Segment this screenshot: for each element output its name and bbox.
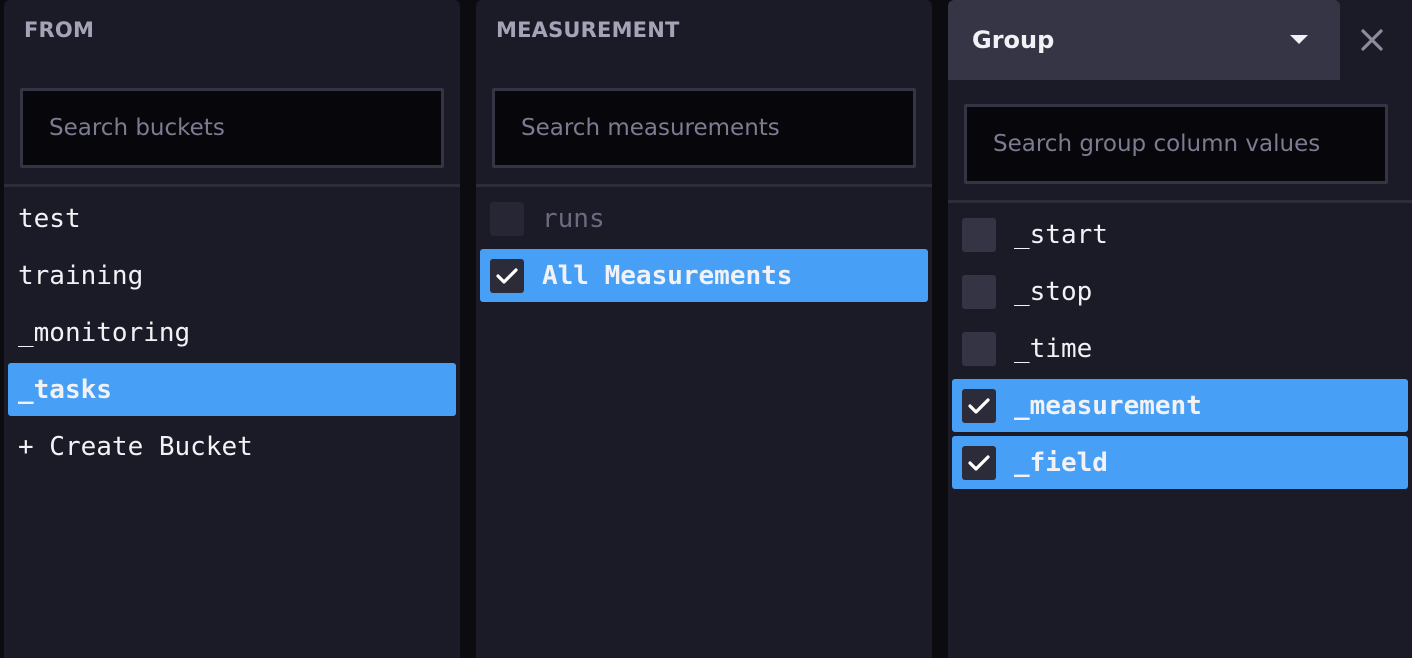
measurement-panel: MEASUREMENT runs All Measurements (476, 0, 932, 658)
group-function-dropdown[interactable]: Group (948, 0, 1340, 80)
checkbox[interactable] (962, 331, 996, 366)
checkbox-checked[interactable] (962, 388, 996, 423)
create-bucket-label: + Create Bucket (18, 431, 253, 462)
bucket-item-label: _tasks (18, 374, 112, 405)
search-buckets-input[interactable] (23, 91, 441, 165)
checkbox[interactable] (490, 201, 524, 236)
bucket-item-label: _monitoring (18, 317, 191, 348)
search-group-values-box (964, 104, 1388, 184)
group-divider (948, 200, 1412, 203)
check-icon (496, 267, 518, 284)
bucket-item-label: training (18, 260, 144, 291)
from-panel: FROM test training _monitoring _tasks + … (4, 0, 460, 658)
checkbox[interactable] (962, 217, 996, 252)
bucket-item-tasks[interactable]: _tasks (8, 363, 456, 416)
measurement-item-all[interactable]: All Measurements (480, 249, 928, 302)
bucket-item-training[interactable]: training (8, 249, 456, 302)
group-column-start[interactable]: _start (952, 208, 1408, 261)
from-panel-title: FROM (24, 18, 95, 42)
query-builder: FROM test training _monitoring _tasks + … (0, 0, 1412, 658)
caret-down-icon (1290, 35, 1308, 44)
group-column-time[interactable]: _time (952, 322, 1408, 375)
search-measurements-input[interactable] (495, 91, 913, 165)
measurement-item-label: All Measurements (542, 260, 793, 291)
create-bucket-button[interactable]: + Create Bucket (8, 420, 456, 473)
bucket-item-monitoring[interactable]: _monitoring (8, 306, 456, 359)
group-panel: Group _start _stop _time (948, 0, 1412, 658)
group-column-label: _time (1014, 333, 1093, 364)
bucket-item-label: test (18, 203, 81, 234)
checkbox[interactable] (962, 274, 996, 309)
group-dropdown-label: Group (972, 26, 1055, 54)
measurement-panel-title: MEASUREMENT (496, 18, 680, 42)
search-buckets-box (20, 88, 444, 168)
group-column-label: _start (1014, 219, 1108, 250)
group-column-label: _stop (1014, 276, 1093, 307)
measurement-item-runs[interactable]: runs (480, 192, 928, 245)
group-column-field[interactable]: _field (952, 436, 1408, 489)
measurement-item-label: runs (542, 203, 605, 234)
measurement-divider (476, 184, 932, 187)
check-icon (968, 397, 990, 414)
group-column-measurement[interactable]: _measurement (952, 379, 1408, 432)
checkbox-checked[interactable] (490, 258, 524, 293)
check-icon (968, 454, 990, 471)
bucket-list: test training _monitoring _tasks + Creat… (8, 192, 456, 477)
search-measurements-box (492, 88, 916, 168)
close-icon (1361, 29, 1383, 51)
checkbox-checked[interactable] (962, 445, 996, 480)
measurement-list: runs All Measurements (480, 192, 928, 306)
bucket-item-test[interactable]: test (8, 192, 456, 245)
close-button[interactable] (1354, 22, 1390, 58)
group-column-list: _start _stop _time _measurement _field (952, 208, 1408, 493)
search-group-values-input[interactable] (967, 107, 1385, 181)
group-column-stop[interactable]: _stop (952, 265, 1408, 318)
group-column-label: _measurement (1014, 390, 1202, 421)
group-column-label: _field (1014, 447, 1108, 478)
from-divider (4, 184, 460, 187)
